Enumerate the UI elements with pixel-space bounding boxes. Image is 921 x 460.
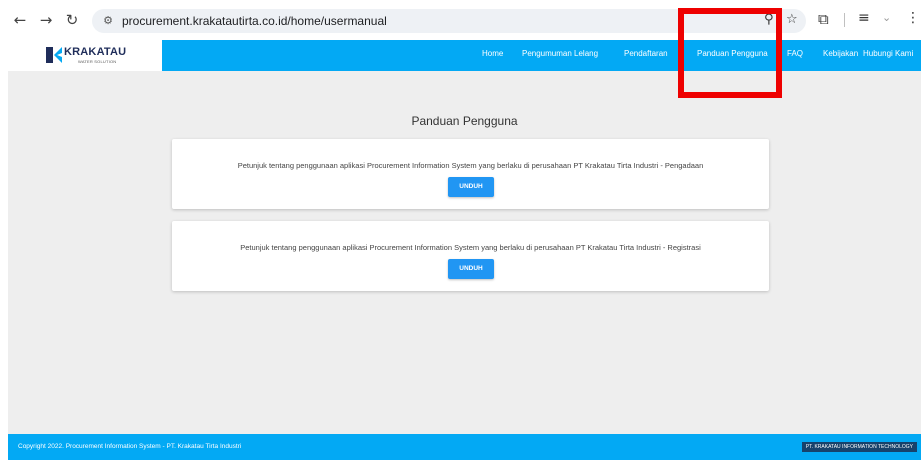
krakatau-logo-icon (46, 47, 62, 63)
main-content: Panduan Pengguna Petunjuk tentang penggu… (8, 71, 921, 434)
manual-card-registrasi: Petunjuk tentang penggunaan aplikasi Pro… (172, 221, 769, 291)
highlight-annotation-box (678, 8, 782, 98)
page-title: Panduan Pengguna (411, 114, 518, 128)
nav-home[interactable]: Home (482, 49, 503, 58)
screen: ← → ↻ ⚙ procurement.krakatautirta.co.id/… (0, 0, 921, 460)
card-description: Petunjuk tentang penggunaan aplikasi Pro… (237, 161, 704, 170)
puzzle-icon[interactable]: ⧉ (818, 10, 829, 28)
card-description: Petunjuk tentang penggunaan aplikasi Pro… (240, 243, 701, 252)
back-arrow-icon[interactable]: ← (12, 12, 28, 28)
nav-kebijakan[interactable]: Kebijakan (823, 49, 858, 58)
site-header: KRAKATAU WATER SOLUTION Home Pengumuman … (8, 40, 921, 71)
footer-badge[interactable]: PT. KRAKATAU INFORMATION TECHNOLOGY (801, 442, 917, 452)
reading-list-icon[interactable]: ≡ (858, 10, 870, 26)
nav-pendaftaran[interactable]: Pendaftaran (624, 49, 668, 58)
logo-text: KRAKATAU (64, 46, 127, 58)
forward-arrow-icon[interactable]: → (38, 12, 54, 28)
kebab-menu-icon[interactable]: ⋮ (906, 10, 920, 26)
nav-faq[interactable]: FAQ (787, 49, 803, 58)
star-icon[interactable]: ☆ (786, 12, 798, 27)
footer-copyright: Copyright 2022. Procurement Information … (18, 443, 242, 450)
download-button-pengadaan[interactable]: UNDUH (448, 177, 494, 197)
nav-pengumuman-lelang[interactable]: Pengumuman Lelang (522, 49, 598, 58)
site-footer: Copyright 2022. Procurement Information … (8, 434, 921, 460)
reload-icon[interactable]: ↻ (64, 12, 80, 28)
download-button-registrasi[interactable]: UNDUH (448, 259, 494, 279)
logo[interactable]: KRAKATAU WATER SOLUTION (8, 40, 162, 71)
nav-hubungi-kami[interactable]: Hubungi Kami (863, 49, 913, 58)
logo-subtitle: WATER SOLUTION (78, 59, 117, 64)
site-settings-icon[interactable]: ⚙ (100, 13, 116, 29)
chevron-down-icon[interactable]: ⌄ (882, 11, 891, 24)
url-text[interactable]: procurement.krakatautirta.co.id/home/use… (122, 14, 387, 28)
toolbar-divider (844, 13, 845, 27)
manual-card-pengadaan: Petunjuk tentang penggunaan aplikasi Pro… (172, 139, 769, 209)
browser-toolbar: ← → ↻ ⚙ procurement.krakatautirta.co.id/… (0, 0, 921, 40)
